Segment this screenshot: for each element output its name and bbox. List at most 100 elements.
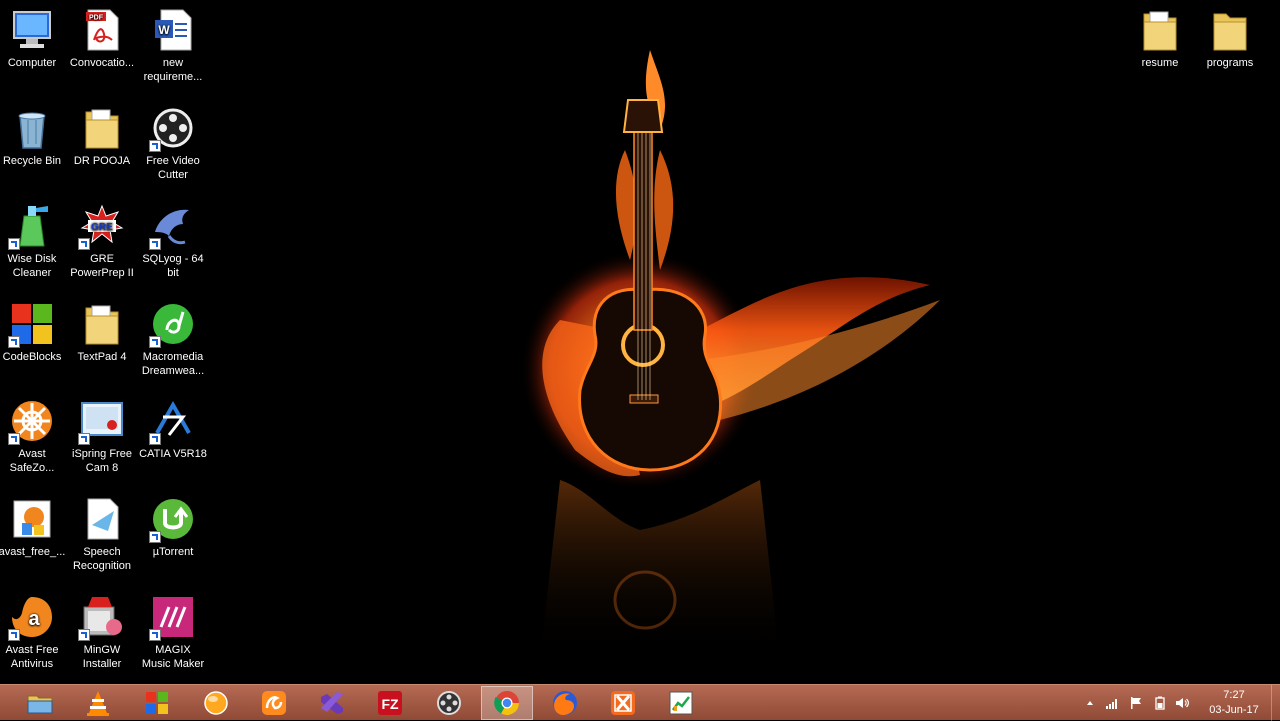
windows-logo-icon xyxy=(146,692,168,714)
taskbar-uc-browser[interactable] xyxy=(248,686,300,720)
svg-text:W: W xyxy=(158,23,170,37)
desktop-icon-avast-free-antivirus[interactable]: a Avast Free Antivirus xyxy=(0,593,67,671)
shortcut-arrow-icon xyxy=(8,629,20,641)
tray-volume[interactable] xyxy=(1172,685,1192,721)
desktop-icon-label: Convocatio... xyxy=(69,57,135,69)
utorrent-icon xyxy=(149,495,197,543)
desktop-icon-ispring-free-cam[interactable]: iSpring Free Cam 8 xyxy=(67,397,137,475)
firefox-icon xyxy=(553,691,577,715)
orb-icon xyxy=(204,691,228,715)
film-reel-icon xyxy=(149,104,197,152)
shortcut-arrow-icon xyxy=(149,531,161,543)
wise-disk-cleaner-icon xyxy=(8,202,56,250)
taskbar-firefox[interactable] xyxy=(539,686,591,720)
desktop-icon-gre-powerprep[interactable]: GRE GRE PowerPrep II xyxy=(67,202,137,280)
desktop-icon-magix-music-maker[interactable]: MAGIX Music Maker xyxy=(138,593,208,671)
shortcut-arrow-icon xyxy=(149,433,161,445)
desktop-icon-label: Speech Recognition xyxy=(72,546,132,572)
tray-battery[interactable] xyxy=(1150,685,1170,721)
chrome-icon xyxy=(494,691,519,716)
gre-badge-text: GRE xyxy=(91,222,113,233)
convocation-pdf-icon: PDF xyxy=(78,6,126,54)
desktop-icon-catia-v5r18[interactable]: CATIA V5R18 xyxy=(138,397,208,461)
tray-network[interactable] xyxy=(1102,685,1122,721)
desktop-icon-label: new requireme... xyxy=(143,57,203,83)
desktop-icon-label: Avast Free Antivirus xyxy=(5,644,59,670)
catia-icon xyxy=(149,397,197,445)
shortcut-arrow-icon xyxy=(149,140,161,152)
flag-icon xyxy=(1131,697,1141,709)
filezilla-icon: FZ xyxy=(378,691,402,715)
desktop-icon-label: Macromedia Dreamwea... xyxy=(141,351,205,377)
desktop-icon-programs[interactable]: programs xyxy=(1195,6,1265,70)
desktop-icon-convocation-pdf[interactable]: PDF Convocatio... xyxy=(67,6,137,70)
folder-icon xyxy=(78,300,126,348)
shortcut-arrow-icon xyxy=(78,238,90,250)
shortcut-arrow-icon xyxy=(78,433,90,445)
desktop-icon-codeblocks[interactable]: CodeBlocks xyxy=(0,300,67,364)
desktop-icon-label: Avast SafeZo... xyxy=(9,448,55,474)
xampp-icon xyxy=(611,691,635,715)
desktop-icon-label: programs xyxy=(1206,57,1254,69)
desktop-icon-macromedia-dreamweaver[interactable]: Macromedia Dreamwea... xyxy=(138,300,208,378)
taskbar-visual-studio[interactable] xyxy=(306,686,358,720)
desktop-icon-label: Free Video Cutter xyxy=(146,155,200,181)
desktop-icon-label: Computer xyxy=(7,57,57,69)
magix-icon xyxy=(149,593,197,641)
taskbar: FZ 7:27 03-Jun-17 xyxy=(0,684,1280,721)
taskbar-filezilla[interactable]: FZ xyxy=(364,686,416,720)
desktop-icon-avast-free-installer[interactable]: avast_free_... xyxy=(0,495,67,559)
visual-studio-icon xyxy=(321,692,343,714)
recycle-bin-icon xyxy=(8,104,56,152)
tray-action-center[interactable] xyxy=(1126,685,1146,721)
folder-icon xyxy=(1206,6,1254,54)
desktop-icon-label: CATIA V5R18 xyxy=(139,448,207,460)
desktop-icon-new-requirements-doc[interactable]: Wnew requireme... xyxy=(138,6,208,84)
desktop-icon-sqlyog[interactable]: SQLyog - 64 bit xyxy=(138,202,208,280)
folder-icon xyxy=(1136,6,1184,54)
show-desktop-button[interactable] xyxy=(1271,685,1280,721)
shortcut-arrow-icon xyxy=(8,336,20,348)
desktop-icon-resume[interactable]: resume xyxy=(1125,6,1195,70)
taskbar-vlc[interactable] xyxy=(72,686,124,720)
filezilla-label: FZ xyxy=(381,696,399,712)
desktop-icon-computer[interactable]: Computer xyxy=(0,6,67,70)
mingw-icon xyxy=(78,593,126,641)
avast-free-icon: a xyxy=(8,593,56,641)
shortcut-arrow-icon xyxy=(149,629,161,641)
desktop-icon-utorrent[interactable]: µTorrent xyxy=(138,495,208,559)
tray-show-hidden[interactable] xyxy=(1082,685,1098,721)
desktop-icon-speech-recognition[interactable]: Speech Recognition xyxy=(67,495,137,573)
clock-time: 7:27 xyxy=(1223,689,1245,701)
taskbar-xampp[interactable] xyxy=(597,686,649,720)
avast-installer-icon xyxy=(8,495,56,543)
gre-powerprep-icon: GRE xyxy=(78,202,126,250)
desktop-icon-label: DR POOJA xyxy=(73,155,131,167)
signal-bars-icon xyxy=(1106,699,1117,709)
desktop-icon-label: MinGW Installer xyxy=(82,644,122,670)
desktop-icon-wise-disk-cleaner[interactable]: Wise Disk Cleaner xyxy=(0,202,67,280)
desktop-icon-label: avast_free_... xyxy=(0,546,66,558)
desktop-icon-recycle-bin[interactable]: Recycle Bin xyxy=(0,104,67,168)
desktop-icon-mingw-installer[interactable]: MinGW Installer xyxy=(67,593,137,671)
taskbar-orb-app[interactable] xyxy=(190,686,242,720)
desktop-icon-dr-pooja-folder[interactable]: DR POOJA xyxy=(67,104,137,168)
desktop-icon-textpad-4[interactable]: TextPad 4 xyxy=(67,300,137,364)
desktop-icon-label: TextPad 4 xyxy=(77,351,127,363)
new-requirements-doc-icon: W xyxy=(149,6,197,54)
desktop-icon-avast-safezone[interactable]: Avast SafeZo... xyxy=(0,397,67,475)
taskbar-video-cutter[interactable] xyxy=(423,686,475,720)
shortcut-arrow-icon xyxy=(8,238,20,250)
desktop-icon-free-video-cutter[interactable]: Free Video Cutter xyxy=(138,104,208,182)
taskbar-chart-app[interactable] xyxy=(655,686,707,720)
taskbar-windows-store[interactable] xyxy=(131,686,183,720)
desktop-icon-label: resume xyxy=(1141,57,1179,69)
taskbar-file-explorer[interactable] xyxy=(14,686,66,720)
file-explorer-icon xyxy=(27,695,53,714)
chart-app-icon xyxy=(669,691,693,715)
taskbar-chrome[interactable] xyxy=(481,686,533,720)
taskbar-clock[interactable]: 7:27 03-Jun-17 xyxy=(1204,688,1264,718)
vlc-cone-icon xyxy=(87,691,109,716)
desktop-icon-label: CodeBlocks xyxy=(2,351,62,363)
battery-icon xyxy=(1155,696,1165,710)
